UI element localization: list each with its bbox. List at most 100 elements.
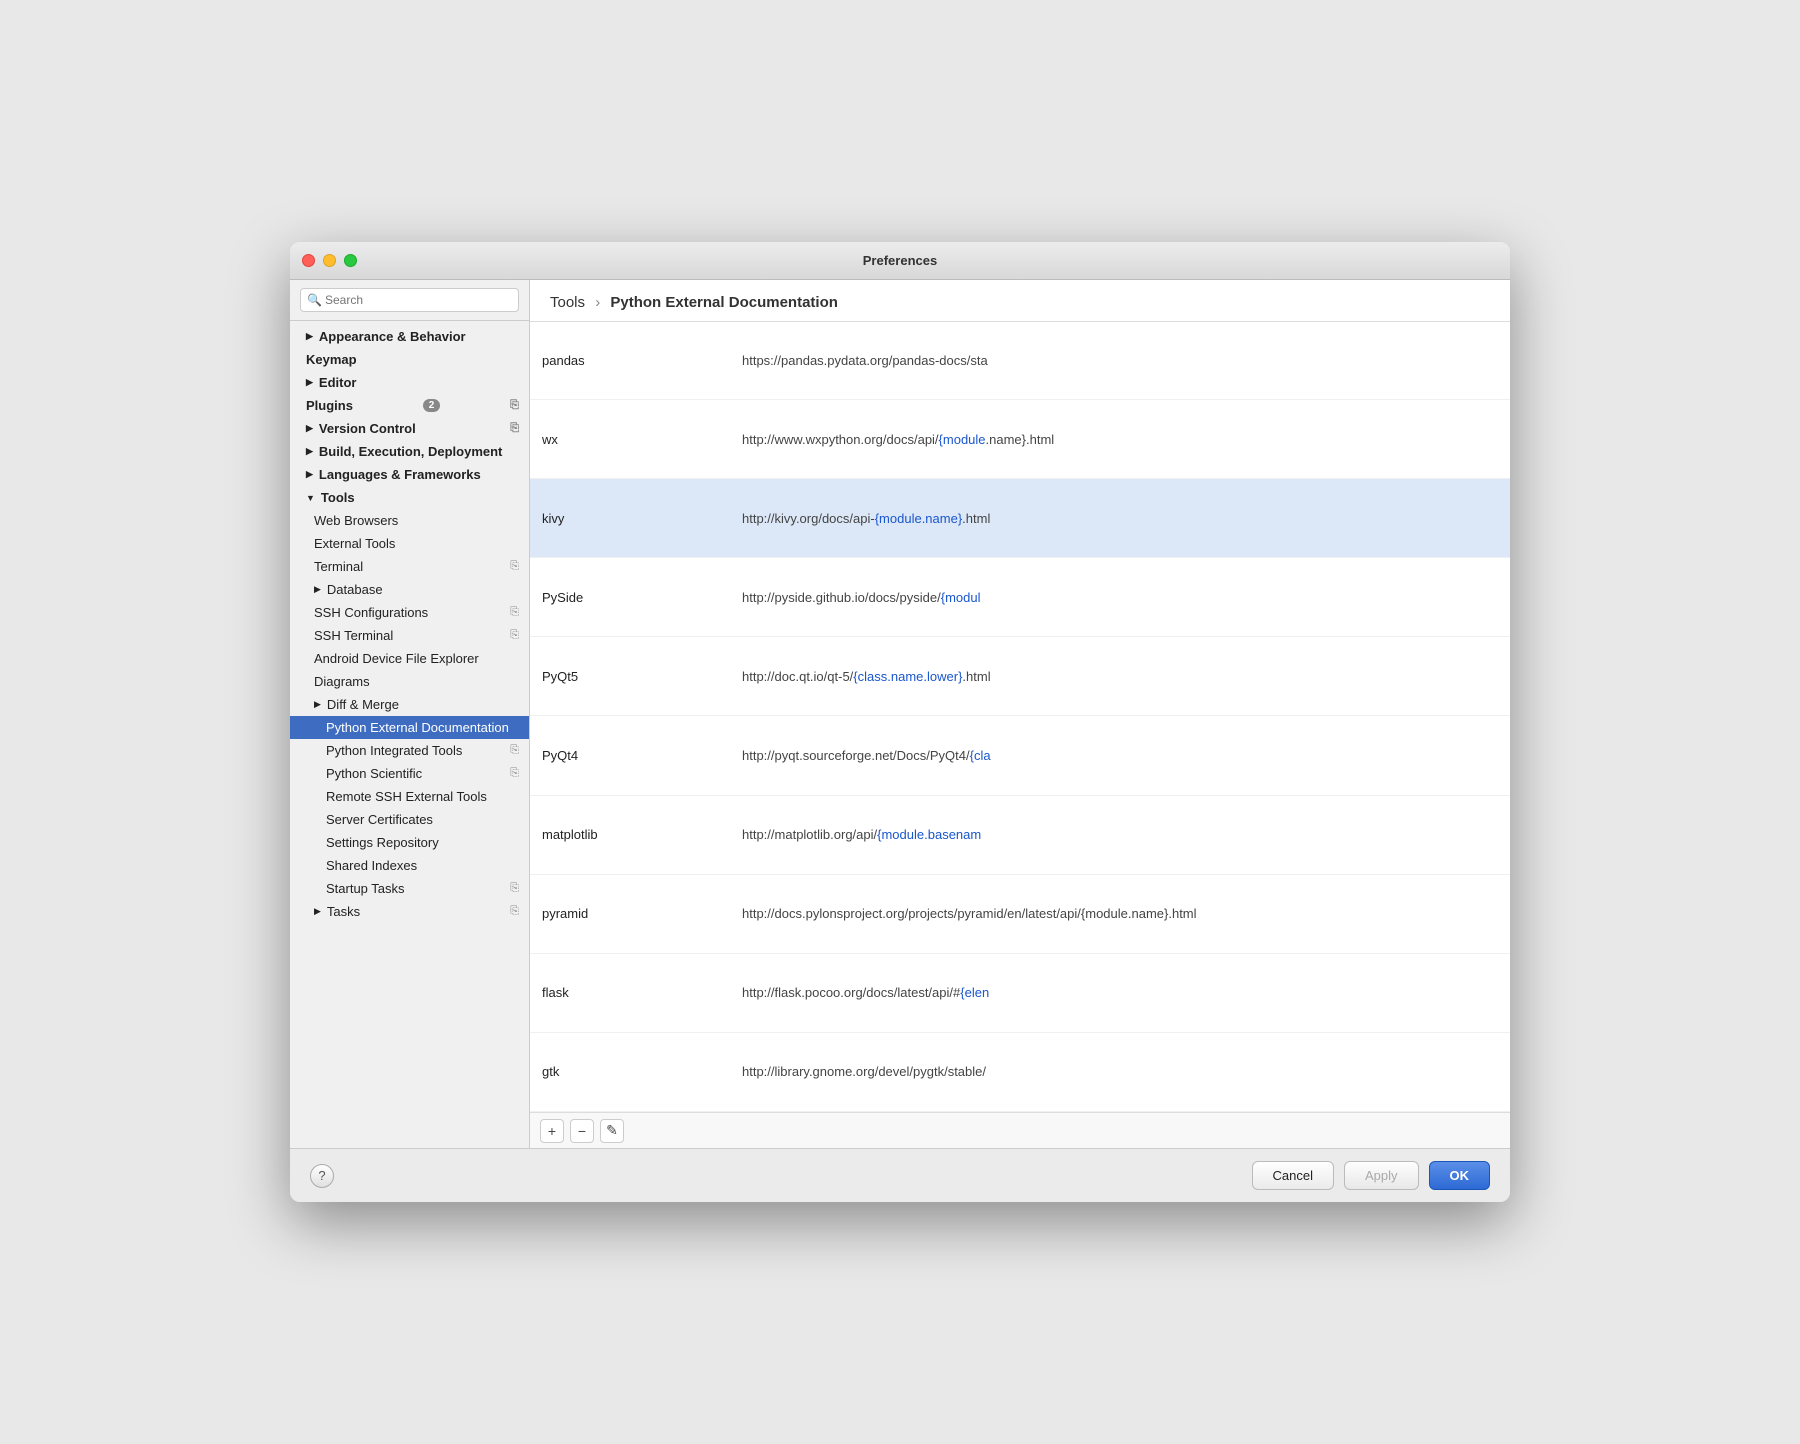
sidebar-item-label: Settings Repository — [326, 835, 439, 850]
close-button[interactable] — [302, 254, 315, 267]
sidebar-item-diff-merge[interactable]: ▶ Diff & Merge — [290, 693, 529, 716]
doc-name-cell: PySide — [530, 558, 730, 637]
footer-right: Cancel Apply OK — [1252, 1161, 1491, 1190]
sidebar-item-label: Database — [327, 582, 383, 597]
table-row[interactable]: flaskhttp://flask.pocoo.org/docs/latest/… — [530, 953, 1510, 1032]
sidebar-item-ssh-terminal[interactable]: SSH Terminal ⎘ — [290, 624, 529, 647]
sidebar-item-keymap[interactable]: Keymap — [290, 348, 529, 371]
breadcrumb: Tools › Python External Documentation — [550, 294, 1490, 311]
sidebar-item-diagrams[interactable]: Diagrams — [290, 670, 529, 693]
plugins-badge: 2 — [423, 399, 441, 412]
copy-icon: ⎘ — [510, 744, 519, 757]
sidebar-item-web-browsers[interactable]: Web Browsers — [290, 509, 529, 532]
chevron-right-icon: ▶ — [306, 446, 313, 457]
breadcrumb-current: Python External Documentation — [610, 294, 838, 311]
search-icon: 🔍 — [307, 293, 322, 307]
chevron-right-icon: ▶ — [314, 584, 321, 595]
doc-url-cell: http://library.gnome.org/devel/pygtk/sta… — [730, 1032, 1510, 1111]
table-row[interactable]: pyramidhttp://docs.pylonsproject.org/pro… — [530, 874, 1510, 953]
copy-icon: ⎘ — [510, 422, 519, 435]
window-title: Preferences — [863, 253, 937, 268]
doc-url-cell: https://pandas.pydata.org/pandas-docs/st… — [730, 322, 1510, 400]
sidebar-item-python-ext-doc[interactable]: Python External Documentation — [290, 716, 529, 739]
sidebar-item-label: Android Device File Explorer — [314, 651, 479, 666]
help-button[interactable]: ? — [310, 1164, 334, 1188]
sidebar-item-label: Startup Tasks — [326, 881, 405, 896]
sidebar-item-label: Keymap — [306, 352, 357, 367]
sidebar-item-android-device[interactable]: Android Device File Explorer — [290, 647, 529, 670]
sidebar-item-label: SSH Configurations — [314, 605, 428, 620]
sidebar-item-build[interactable]: ▶ Build, Execution, Deployment — [290, 440, 529, 463]
sidebar-item-plugins[interactable]: Plugins 2 ⎘ — [290, 394, 529, 417]
sidebar-item-label: Remote SSH External Tools — [326, 789, 487, 804]
sidebar-item-label: Build, Execution, Deployment — [319, 444, 502, 459]
sidebar-list: ▶ Appearance & Behavior Keymap ▶ Editor … — [290, 321, 529, 1148]
copy-icon: ⎘ — [510, 882, 519, 895]
ok-button[interactable]: OK — [1429, 1161, 1491, 1190]
sidebar-item-shared-indexes[interactable]: Shared Indexes — [290, 854, 529, 877]
doc-name-cell: wx — [530, 400, 730, 479]
panel-header: Tools › Python External Documentation — [530, 280, 1510, 322]
sidebar-item-terminal[interactable]: Terminal ⎘ — [290, 555, 529, 578]
sidebar-item-server-certs[interactable]: Server Certificates — [290, 808, 529, 831]
sidebar-item-tasks[interactable]: ▶ Tasks ⎘ — [290, 900, 529, 923]
sidebar-item-label: Languages & Frameworks — [319, 467, 481, 482]
chevron-right-icon: ▶ — [306, 331, 313, 342]
table-row[interactable]: wxhttp://www.wxpython.org/docs/api/{modu… — [530, 400, 1510, 479]
traffic-lights — [302, 254, 357, 267]
sidebar-item-database[interactable]: ▶ Database — [290, 578, 529, 601]
doc-name-cell: flask — [530, 953, 730, 1032]
sidebar-item-startup-tasks[interactable]: Startup Tasks ⎘ — [290, 877, 529, 900]
table-row[interactable]: PyQt4http://pyqt.sourceforge.net/Docs/Py… — [530, 716, 1510, 795]
sidebar-item-label: Diff & Merge — [327, 697, 399, 712]
breadcrumb-parent: Tools — [550, 294, 585, 311]
sidebar: 🔍 ▶ Appearance & Behavior Keymap ▶ Edito… — [290, 280, 530, 1148]
table-row[interactable]: PyQt5http://doc.qt.io/qt-5/{class.name.l… — [530, 637, 1510, 716]
chevron-down-icon: ▼ — [306, 493, 315, 503]
sidebar-item-remote-ssh[interactable]: Remote SSH External Tools — [290, 785, 529, 808]
url-template-part: {elen — [960, 985, 989, 1000]
sidebar-item-label: Plugins — [306, 398, 353, 413]
sidebar-item-label: Shared Indexes — [326, 858, 417, 873]
doc-name-cell: pyramid — [530, 874, 730, 953]
sidebar-item-ssh-configurations[interactable]: SSH Configurations ⎘ — [290, 601, 529, 624]
cancel-button[interactable]: Cancel — [1252, 1161, 1334, 1190]
copy-icon: ⎘ — [510, 767, 519, 780]
search-input[interactable] — [300, 288, 519, 312]
add-button[interactable]: + — [540, 1119, 564, 1143]
table-row[interactable]: gtkhttp://library.gnome.org/devel/pygtk/… — [530, 1032, 1510, 1111]
right-panel: Tools › Python External Documentation pa… — [530, 280, 1510, 1148]
sidebar-item-version-control[interactable]: ▶ Version Control ⎘ — [290, 417, 529, 440]
sidebar-item-label: Diagrams — [314, 674, 370, 689]
search-box: 🔍 — [290, 280, 529, 321]
url-template-part: {module.basenam — [877, 827, 981, 842]
chevron-right-icon: ▶ — [314, 906, 321, 917]
doc-name-cell: PyQt4 — [530, 716, 730, 795]
sidebar-item-settings-repo[interactable]: Settings Repository — [290, 831, 529, 854]
doc-url-cell: http://pyqt.sourceforge.net/Docs/PyQt4/{… — [730, 716, 1510, 795]
sidebar-item-external-tools[interactable]: External Tools — [290, 532, 529, 555]
sidebar-item-python-scientific[interactable]: Python Scientific ⎘ — [290, 762, 529, 785]
title-bar: Preferences — [290, 242, 1510, 280]
sidebar-item-label: Server Certificates — [326, 812, 433, 827]
edit-button[interactable]: ✎ — [600, 1119, 624, 1143]
table-row[interactable]: kivyhttp://kivy.org/docs/api-{module.nam… — [530, 479, 1510, 558]
sidebar-item-label: Tasks — [327, 904, 360, 919]
table-row[interactable]: matplotlibhttp://matplotlib.org/api/{mod… — [530, 795, 1510, 874]
table-body: pandashttps://pandas.pydata.org/pandas-d… — [530, 322, 1510, 1112]
table-row[interactable]: pandashttps://pandas.pydata.org/pandas-d… — [530, 322, 1510, 400]
remove-button[interactable]: − — [570, 1119, 594, 1143]
sidebar-item-languages[interactable]: ▶ Languages & Frameworks — [290, 463, 529, 486]
apply-button[interactable]: Apply — [1344, 1161, 1419, 1190]
maximize-button[interactable] — [344, 254, 357, 267]
table-row[interactable]: PySidehttp://pyside.github.io/docs/pysid… — [530, 558, 1510, 637]
sidebar-item-label: Terminal — [314, 559, 363, 574]
breadcrumb-separator: › — [595, 294, 600, 311]
sidebar-item-appearance[interactable]: ▶ Appearance & Behavior — [290, 325, 529, 348]
minimize-button[interactable] — [323, 254, 336, 267]
sidebar-item-tools[interactable]: ▼ Tools — [290, 486, 529, 509]
sidebar-item-python-integrated[interactable]: Python Integrated Tools ⎘ — [290, 739, 529, 762]
main-content: 🔍 ▶ Appearance & Behavior Keymap ▶ Edito… — [290, 280, 1510, 1148]
doc-url-cell: http://www.wxpython.org/docs/api/{module… — [730, 400, 1510, 479]
sidebar-item-editor[interactable]: ▶ Editor — [290, 371, 529, 394]
